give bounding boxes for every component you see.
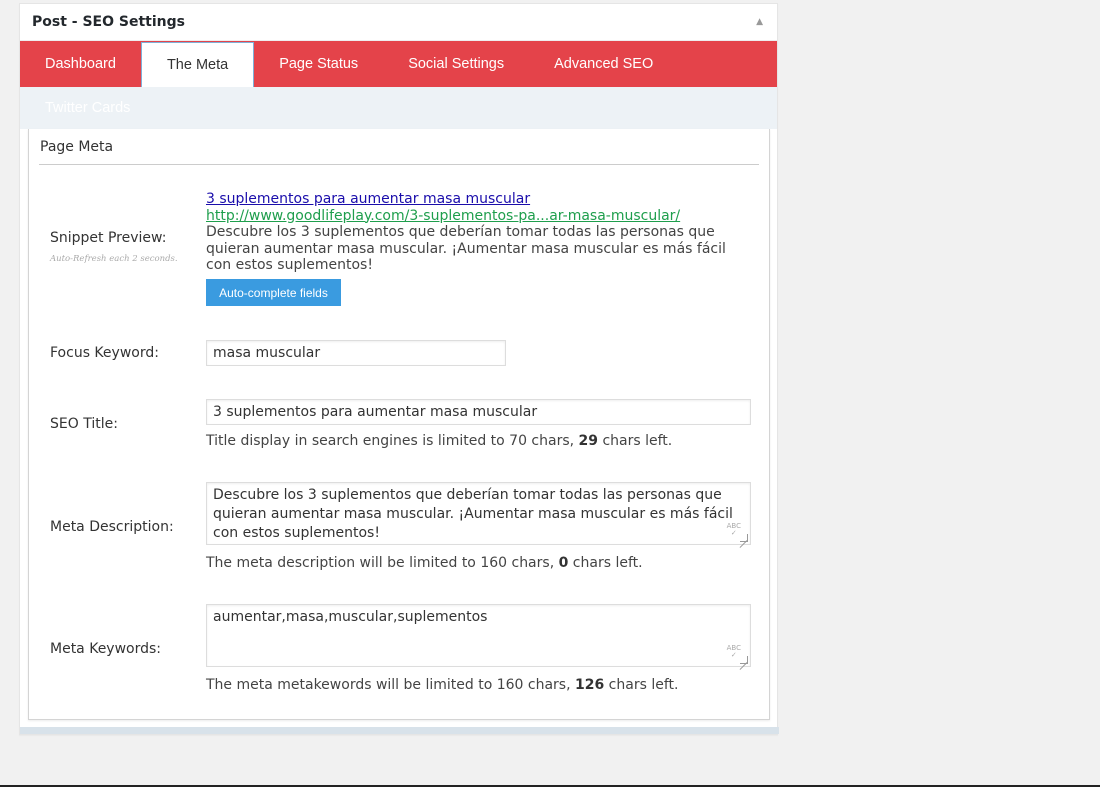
meta-description-help: The meta description will be limited to …: [206, 555, 643, 571]
snippet-preview-label: Snippet Preview:: [50, 230, 167, 246]
seo-settings-metabox: Post - SEO Settings ▲ Dashboard The Meta…: [19, 3, 779, 735]
meta-description-chars-left: 0: [558, 555, 569, 571]
tab-twitter-cards[interactable]: Twitter Cards: [20, 100, 130, 116]
tab-advanced-seo[interactable]: Advanced SEO: [529, 41, 678, 87]
meta-keywords-label: Meta Keywords:: [50, 641, 162, 657]
meta-description-label: Meta Description:: [50, 519, 174, 535]
snippet-preview: 3 suplementos para aumentar masa muscula…: [206, 191, 736, 274]
subtabs-bar: Twitter Cards: [20, 87, 777, 129]
seo-title-input[interactable]: 3 suplementos para aumentar masa muscula…: [206, 399, 751, 425]
triangle-up-icon[interactable]: ▲: [756, 17, 763, 27]
resize-grip-icon[interactable]: [740, 534, 748, 542]
tab-page-status[interactable]: Page Status: [254, 41, 383, 87]
seo-title-label: SEO Title:: [50, 416, 118, 432]
metabox-header[interactable]: Post - SEO Settings ▲: [20, 4, 777, 41]
panel-footer-bar: [20, 727, 779, 734]
seo-title-chars-left: 29: [578, 433, 599, 449]
tab-social-settings[interactable]: Social Settings: [383, 41, 529, 87]
snippet-title-link[interactable]: 3 suplementos para aumentar masa muscula…: [206, 191, 736, 208]
meta-keywords-textarea[interactable]: aumentar,masa,muscular,suplementos ABC ✓: [206, 604, 751, 667]
focus-keyword-input[interactable]: masa muscular: [206, 340, 506, 366]
seo-title-help: Title display in search engines is limit…: [206, 433, 673, 449]
meta-description-value: Descubre los 3 suplementos que deberían …: [213, 487, 733, 541]
meta-keywords-chars-left: 126: [575, 677, 605, 693]
spellcheck-icon: ABC ✓: [726, 522, 741, 537]
snippet-description: Descubre los 3 suplementos que deberían …: [206, 224, 726, 273]
metabox-title: Post - SEO Settings: [32, 14, 185, 30]
auto-complete-button[interactable]: Auto-complete fields: [206, 279, 341, 306]
page-meta-panel: Page Meta Snippet Preview: Auto-Refresh …: [28, 129, 770, 720]
tab-the-meta[interactable]: The Meta: [140, 42, 255, 87]
meta-keywords-value: aumentar,masa,muscular,suplementos: [213, 609, 488, 625]
focus-keyword-label: Focus Keyword:: [50, 345, 159, 361]
meta-keywords-help: The meta metakewords will be limited to …: [206, 677, 679, 693]
tabs-bar: Dashboard The Meta Page Status Social Se…: [20, 41, 777, 87]
snippet-refresh-note: Auto-Refresh each 2 seconds.: [50, 254, 178, 264]
resize-grip-icon[interactable]: [740, 656, 748, 664]
spellcheck-icon: ABC ✓: [726, 644, 741, 659]
panel-title: Page Meta: [39, 129, 759, 165]
meta-description-textarea[interactable]: Descubre los 3 suplementos que deberían …: [206, 482, 751, 545]
snippet-url-link[interactable]: http://www.goodlifeplay.com/3-suplemento…: [206, 208, 736, 225]
tab-dashboard[interactable]: Dashboard: [20, 41, 141, 87]
